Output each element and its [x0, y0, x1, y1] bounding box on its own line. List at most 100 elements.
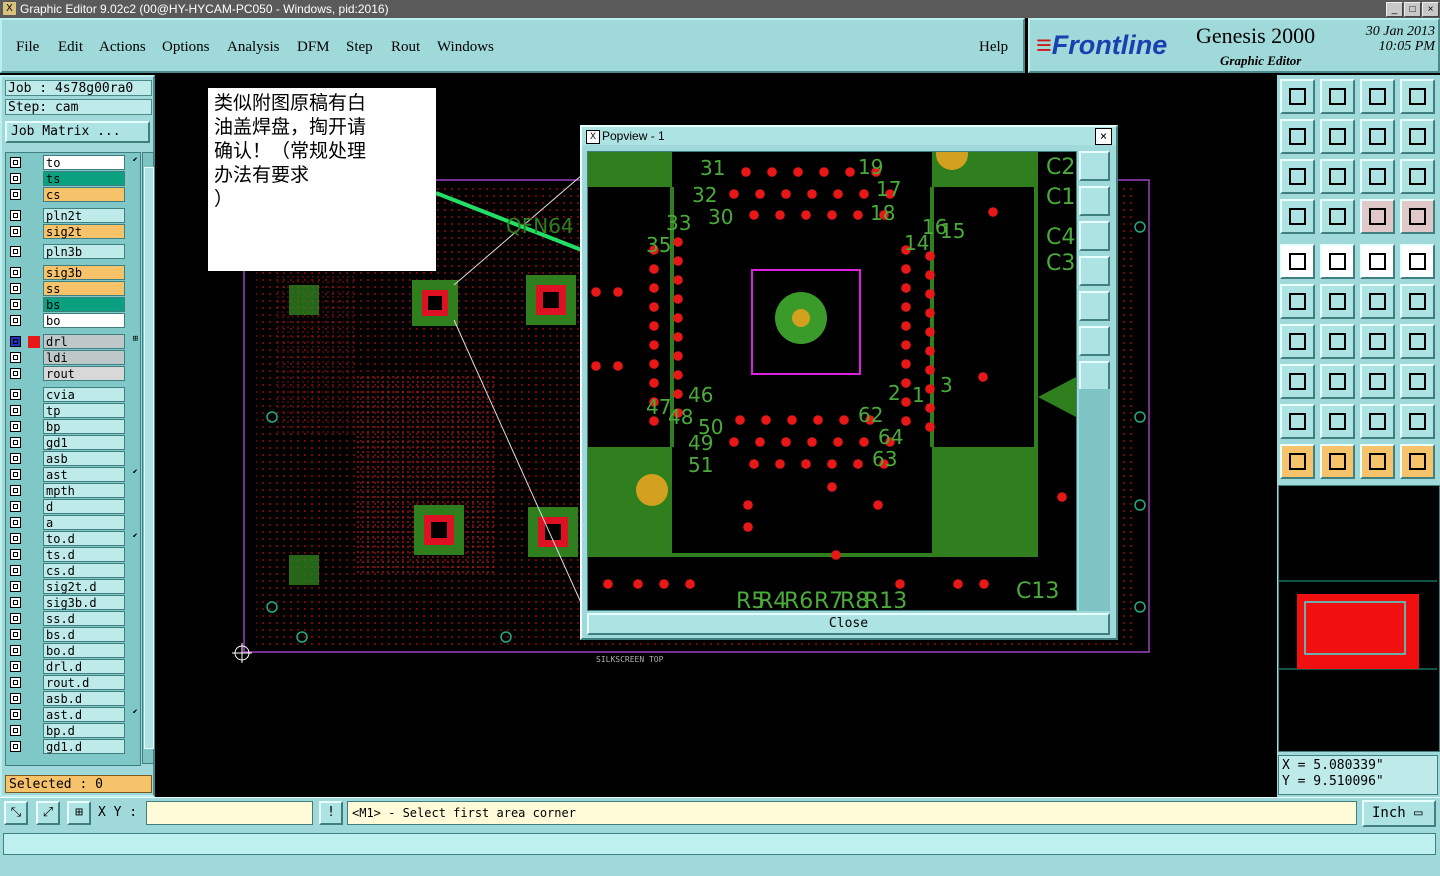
arrow-tool-icon[interactable] [1360, 284, 1395, 319]
layer-row[interactable]: cvia [6, 387, 140, 403]
layer-name[interactable]: d [43, 499, 125, 514]
layer-name[interactable]: drl.d [43, 659, 125, 674]
layer-row[interactable]: rout.d [6, 675, 140, 691]
layer-checkbox[interactable] [10, 352, 21, 363]
layer-checkbox[interactable] [10, 485, 21, 496]
layer-row[interactable]: sig2t.d [6, 579, 140, 595]
layer-name[interactable]: asb.d [43, 691, 125, 706]
layer-name[interactable]: cvia [43, 387, 125, 402]
layer-row[interactable]: ss [6, 281, 140, 297]
grid-icon[interactable] [1320, 199, 1355, 234]
layer-checkbox[interactable] [10, 246, 21, 257]
resize-icon[interactable] [1360, 364, 1395, 399]
move-icon[interactable] [1320, 364, 1355, 399]
layer-name[interactable]: drl [43, 334, 125, 349]
layer-row[interactable]: gd1.d [6, 739, 140, 755]
layer-name[interactable]: ast.d [43, 707, 125, 722]
layer-checkbox[interactable] [10, 661, 21, 672]
layer-row[interactable]: a [6, 515, 140, 531]
layer-row[interactable]: to ⬋ [6, 155, 140, 171]
popview-pan-up-button[interactable] [1079, 186, 1110, 216]
snap-icon[interactable]: ⤢ [36, 801, 60, 825]
select-alt-icon[interactable] [1320, 444, 1355, 479]
layer-checkbox[interactable] [10, 173, 21, 184]
layer-checkbox[interactable] [10, 421, 21, 432]
layer-checkbox[interactable] [10, 315, 21, 326]
layer-row[interactable]: sig3b.d [6, 595, 140, 611]
layer-row[interactable]: drl.d [6, 659, 140, 675]
menu-help[interactable]: Help [979, 39, 1008, 56]
layer-name[interactable]: sig3b.d [43, 595, 125, 610]
measure-icon[interactable]: ⤡ [4, 801, 28, 825]
net-icon[interactable] [1400, 199, 1435, 234]
popview-close-icon[interactable]: × [1095, 128, 1112, 145]
layer-checkbox[interactable] [10, 741, 21, 752]
menu-dfm[interactable]: DFM [297, 39, 330, 56]
copy-pad-icon[interactable] [1280, 364, 1315, 399]
message-field[interactable] [3, 833, 1436, 855]
layer-row[interactable]: bs.d [6, 627, 140, 643]
popview-pan-left-button[interactable] [1079, 256, 1110, 286]
layer-name[interactable]: a [43, 515, 125, 530]
layer-checkbox[interactable] [10, 533, 21, 544]
select-box-icon[interactable] [1360, 444, 1395, 479]
menu-file[interactable]: File [16, 39, 39, 56]
layer-name[interactable]: cs [43, 187, 125, 202]
layer-checkbox[interactable] [10, 501, 21, 512]
close-window-button[interactable]: × [1422, 2, 1439, 17]
layer-name[interactable]: mpth [43, 483, 125, 498]
layer-row[interactable]: gd1 [6, 435, 140, 451]
alert-icon[interactable]: ! [319, 801, 343, 825]
layer-name[interactable]: ss [43, 281, 125, 296]
layer-checkbox[interactable] [10, 693, 21, 704]
fit-screen-icon[interactable] [1360, 119, 1395, 154]
layer-row[interactable]: bp [6, 419, 140, 435]
popview-zoom-in-button[interactable] [1079, 326, 1110, 356]
layer-row[interactable]: bp.d [6, 723, 140, 739]
menu-actions[interactable]: Actions [99, 39, 146, 56]
layer-name[interactable]: bp [43, 419, 125, 434]
layer-checkbox[interactable] [10, 226, 21, 237]
edit-d-icon[interactable] [1400, 404, 1435, 439]
layer-checkbox[interactable] [10, 549, 21, 560]
layer-name[interactable]: asb [43, 451, 125, 466]
layer-checkbox[interactable] [10, 299, 21, 310]
layer-row[interactable]: asb [6, 451, 140, 467]
layer-row[interactable]: pln3b [6, 244, 140, 260]
menu-options[interactable]: Options [162, 39, 210, 56]
layer-checkbox[interactable] [10, 645, 21, 656]
layer-row[interactable]: cs.d [6, 563, 140, 579]
connect-icon[interactable] [1360, 199, 1395, 234]
layer-row[interactable]: asb.d [6, 691, 140, 707]
cross-icon[interactable] [1320, 284, 1355, 319]
layer-name[interactable]: cs.d [43, 563, 125, 578]
layer-row[interactable]: cs [6, 187, 140, 203]
layer-row[interactable]: ldi [6, 350, 140, 366]
measure-icon[interactable] [1360, 244, 1395, 279]
layer-row[interactable]: bo.d [6, 643, 140, 659]
xy-input[interactable] [146, 801, 313, 825]
layer-row[interactable]: ts.d [6, 547, 140, 563]
layer-name[interactable]: bo.d [43, 643, 125, 658]
layer-checkbox[interactable] [10, 581, 21, 592]
node-icon[interactable] [1280, 284, 1315, 319]
layer-row[interactable]: drl ⊞ [6, 334, 140, 350]
layer-row[interactable]: ts [6, 171, 140, 187]
popview-titlebar[interactable]: X Popview - 1 [582, 127, 1116, 145]
grid-icon[interactable]: ⊞ [67, 801, 91, 825]
job-matrix-button[interactable]: Job Matrix ... [5, 121, 150, 143]
layer-checkbox[interactable] [10, 517, 21, 528]
layer-checkbox[interactable] [10, 613, 21, 624]
layer-name[interactable]: rout [43, 366, 125, 381]
layer-name[interactable]: pln2t [43, 208, 125, 223]
menu-analysis[interactable]: Analysis [227, 39, 280, 56]
layer-row[interactable]: rout [6, 366, 140, 382]
arrow-alt-icon[interactable] [1400, 284, 1435, 319]
layer-name[interactable]: bs [43, 297, 125, 312]
split-view-icon[interactable] [1400, 79, 1435, 114]
layer-up-icon[interactable] [1280, 79, 1315, 114]
slash-icon[interactable] [1320, 324, 1355, 359]
help-icon[interactable] [1400, 159, 1435, 194]
edit-b-icon[interactable] [1320, 404, 1355, 439]
app-icon[interactable]: X [3, 2, 16, 15]
